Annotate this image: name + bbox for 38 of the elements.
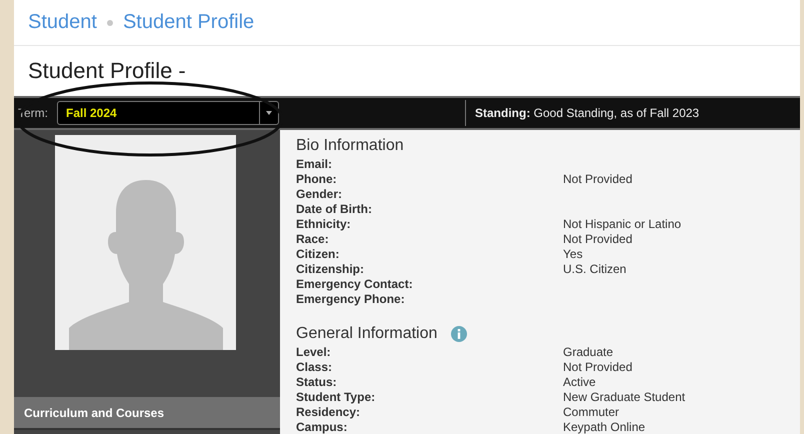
field-value: Keypath Online: [563, 420, 646, 434]
field-label: Class:: [296, 360, 334, 375]
field-label: Email:: [296, 157, 334, 172]
field-value: Commuter: [563, 405, 620, 420]
separator-dot-icon: [106, 20, 113, 26]
field-value: Not Hispanic or Latino: [563, 217, 682, 232]
breadcrumb-link[interactable]: Student: [28, 11, 97, 34]
term-dropdown[interactable]: Fall 2024: [57, 101, 279, 125]
field-value: Graduate: [563, 345, 614, 360]
field-label: Level:: [296, 345, 332, 360]
field-label: Ethnicity:: [296, 217, 352, 232]
field-label: Citizenship:: [296, 262, 365, 277]
caret-icon: [266, 111, 272, 115]
field-label: Status:: [296, 375, 338, 390]
field-label: Gender:: [296, 187, 344, 202]
field-value: Not Provided: [563, 172, 632, 187]
field-label: Emergency Phone:: [296, 292, 406, 307]
field-label: Campus:: [296, 420, 348, 434]
page-title: Student Profile -: [28, 58, 186, 84]
field-label: Phone:: [296, 172, 338, 187]
section-heading: General Information: [296, 325, 438, 343]
section-heading: Bio Information: [296, 137, 404, 155]
field-label: Emergency Contact:: [296, 277, 414, 292]
field-value: Not Provided: [563, 360, 632, 375]
info-icon[interactable]: [451, 326, 468, 342]
field-label: Student Type:: [296, 390, 376, 405]
field-value: Active: [563, 375, 596, 390]
field-label: Race:: [296, 232, 330, 247]
field-value: Yes: [563, 247, 583, 262]
field-label: Date of Birth:: [296, 202, 373, 217]
field-value: Not Provided: [563, 232, 632, 247]
breadcrumb-link[interactable]: Student Profile: [122, 11, 254, 34]
field-label: Residency:: [296, 405, 362, 420]
standing-text: Standing: Good Standing, as of Fall 2023: [474, 106, 700, 120]
sidebar-nav-item[interactable]: Curriculum and Courses: [14, 397, 280, 430]
field-value: New Graduate Student: [563, 390, 686, 405]
field-label: Citizen:: [296, 247, 340, 262]
field-value: U.S. Citizen: [563, 262, 626, 277]
